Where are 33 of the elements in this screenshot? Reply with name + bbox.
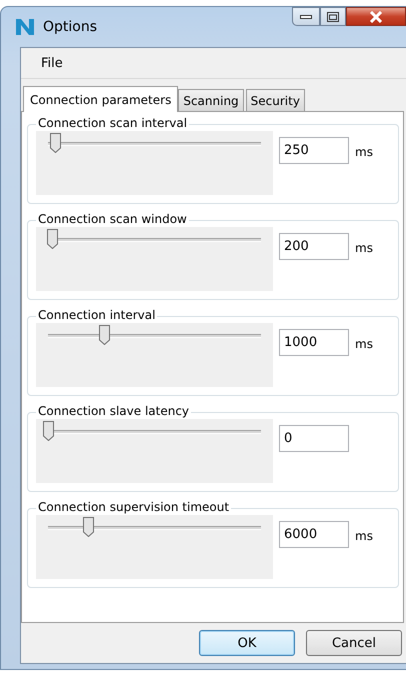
slider-thumb[interactable]	[83, 517, 94, 537]
tab[interactable]: Security	[246, 89, 305, 111]
value-field[interactable]: 200	[279, 233, 349, 260]
slider-thumb[interactable]	[47, 229, 58, 249]
slider-thumb[interactable]	[50, 133, 61, 153]
dialog-button[interactable]: Cancel	[306, 630, 402, 656]
group-title: Connection scan interval	[36, 116, 190, 130]
close-icon	[369, 10, 383, 22]
unit-label: ms	[355, 145, 373, 161]
logo-icon	[15, 18, 35, 36]
slider-thumb[interactable]	[98, 325, 110, 345]
dialog-button[interactable]: OK	[199, 630, 295, 656]
value-field[interactable]: 0	[279, 425, 349, 452]
tab[interactable]: Scanning	[178, 89, 244, 111]
group-title: Connection scan window	[36, 212, 189, 226]
group-title: Connection slave latency	[36, 404, 192, 418]
maximize-button[interactable]	[320, 7, 346, 26]
close-button[interactable]	[346, 7, 406, 26]
group-title: Connection supervision timeout	[36, 500, 232, 514]
unit-label: ms	[355, 337, 373, 353]
value-field[interactable]: 1000	[279, 329, 349, 356]
value-field[interactable]: 250	[279, 137, 349, 164]
unit-label: ms	[355, 529, 373, 545]
slider-thumb[interactable]	[43, 421, 54, 441]
unit-label: ms	[355, 241, 373, 257]
value-field[interactable]: 6000	[279, 521, 349, 548]
minimize-button[interactable]	[292, 7, 320, 26]
minimize-icon	[300, 14, 312, 18]
window-title: Options	[43, 19, 98, 35]
menu-item[interactable]: File	[35, 54, 69, 72]
group-title: Connection interval	[36, 308, 158, 322]
tab[interactable]: Connection parameters	[23, 86, 178, 112]
maximize-icon	[327, 12, 339, 22]
